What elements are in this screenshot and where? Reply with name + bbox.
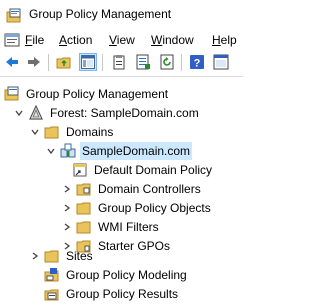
tree-label: Sites <box>66 248 93 263</box>
tree-label: Group Policy Modeling <box>66 267 187 282</box>
tree-label: Group Policy Objects <box>98 200 211 215</box>
export-list-icon[interactable] <box>134 53 152 71</box>
tree-label: Domains <box>66 124 114 139</box>
tree-item-group-policy-modeling[interactable]: Group Policy Modeling <box>44 265 189 284</box>
tree-item-domain-sampledomain[interactable]: SampleDomain.com <box>46 141 193 160</box>
menu-action[interactable]: Action <box>59 33 92 47</box>
chevron-down-icon[interactable] <box>30 127 40 137</box>
tree-label: SampleDomain.com <box>80 141 193 160</box>
toolbar: ? <box>0 50 243 77</box>
tree-item-domain-controllers[interactable]: Domain Controllers <box>62 179 203 198</box>
console-tree[interactable]: Group Policy Management Forest: SampleDo… <box>0 79 243 307</box>
svg-text:?: ? <box>194 58 201 70</box>
console-icon[interactable] <box>4 32 20 48</box>
tree-item-sites[interactable]: Sites <box>30 246 95 265</box>
mmc-help-icon[interactable] <box>212 53 230 71</box>
gpm-root-icon <box>4 86 20 102</box>
toolbar-separator <box>102 54 103 71</box>
chevron-down-icon[interactable] <box>46 146 56 156</box>
wmi-folder-icon <box>76 219 92 235</box>
title-bar: Group Policy Management <box>0 0 243 30</box>
tree-label: Group Policy Results <box>66 286 179 301</box>
forest-icon <box>28 104 44 121</box>
tree-label: WMI Filters <box>98 219 159 234</box>
gpm-app-icon[interactable] <box>6 8 22 24</box>
tree-item-forest[interactable]: Forest: SampleDomain.com <box>14 103 201 122</box>
properties-icon[interactable] <box>110 53 128 71</box>
toolbar-separator <box>181 54 182 71</box>
results-icon <box>44 286 60 302</box>
ou-folder-icon <box>76 181 92 197</box>
gpo-folder-icon <box>76 200 92 216</box>
chevron-right-icon[interactable] <box>62 222 72 232</box>
tree-label: Domain Controllers <box>98 181 201 196</box>
menu-window[interactable]: Window <box>151 33 194 47</box>
tree-label: Group Policy Management <box>26 86 169 101</box>
tree-item-group-policy-objects[interactable]: Group Policy Objects <box>62 198 213 217</box>
chevron-right-icon[interactable] <box>30 251 40 261</box>
tree-item-group-policy-results[interactable]: Group Policy Results <box>44 284 180 303</box>
sites-folder-icon <box>44 248 60 264</box>
toolbar-separator <box>48 54 49 71</box>
help-icon[interactable]: ? <box>188 53 206 71</box>
chevron-right-icon[interactable] <box>62 203 72 213</box>
menu-view[interactable]: View <box>109 33 135 47</box>
refresh-icon[interactable] <box>158 53 176 71</box>
domains-folder-icon <box>44 124 60 140</box>
show-hide-tree-icon[interactable] <box>79 53 97 71</box>
domain-icon <box>60 143 76 159</box>
modeling-icon <box>44 267 60 283</box>
tree-item-default-domain-policy[interactable]: Default Domain Policy <box>72 160 214 179</box>
menu-bar: File Action View Window Help <box>0 30 243 50</box>
tree-label: Forest: SampleDomain.com <box>50 105 199 120</box>
tree-label: Starter GPOs <box>98 238 171 253</box>
menu-help[interactable]: Help <box>212 33 237 47</box>
tree-label: Default Domain Policy <box>94 162 213 177</box>
tree-item-wmi-filters[interactable]: WMI Filters <box>62 217 161 236</box>
chevron-down-icon[interactable] <box>14 108 24 118</box>
window-title: Group Policy Management <box>29 7 172 21</box>
menu-file[interactable]: File <box>25 33 44 47</box>
forward-icon[interactable] <box>25 53 43 71</box>
back-icon[interactable] <box>3 53 21 71</box>
chevron-right-icon[interactable] <box>62 184 72 194</box>
gpo-link-icon <box>72 162 88 178</box>
up-folder-icon[interactable] <box>55 53 73 71</box>
tree-item-gpm-root[interactable]: Group Policy Management <box>4 84 170 103</box>
tree-item-domains[interactable]: Domains <box>30 122 115 141</box>
